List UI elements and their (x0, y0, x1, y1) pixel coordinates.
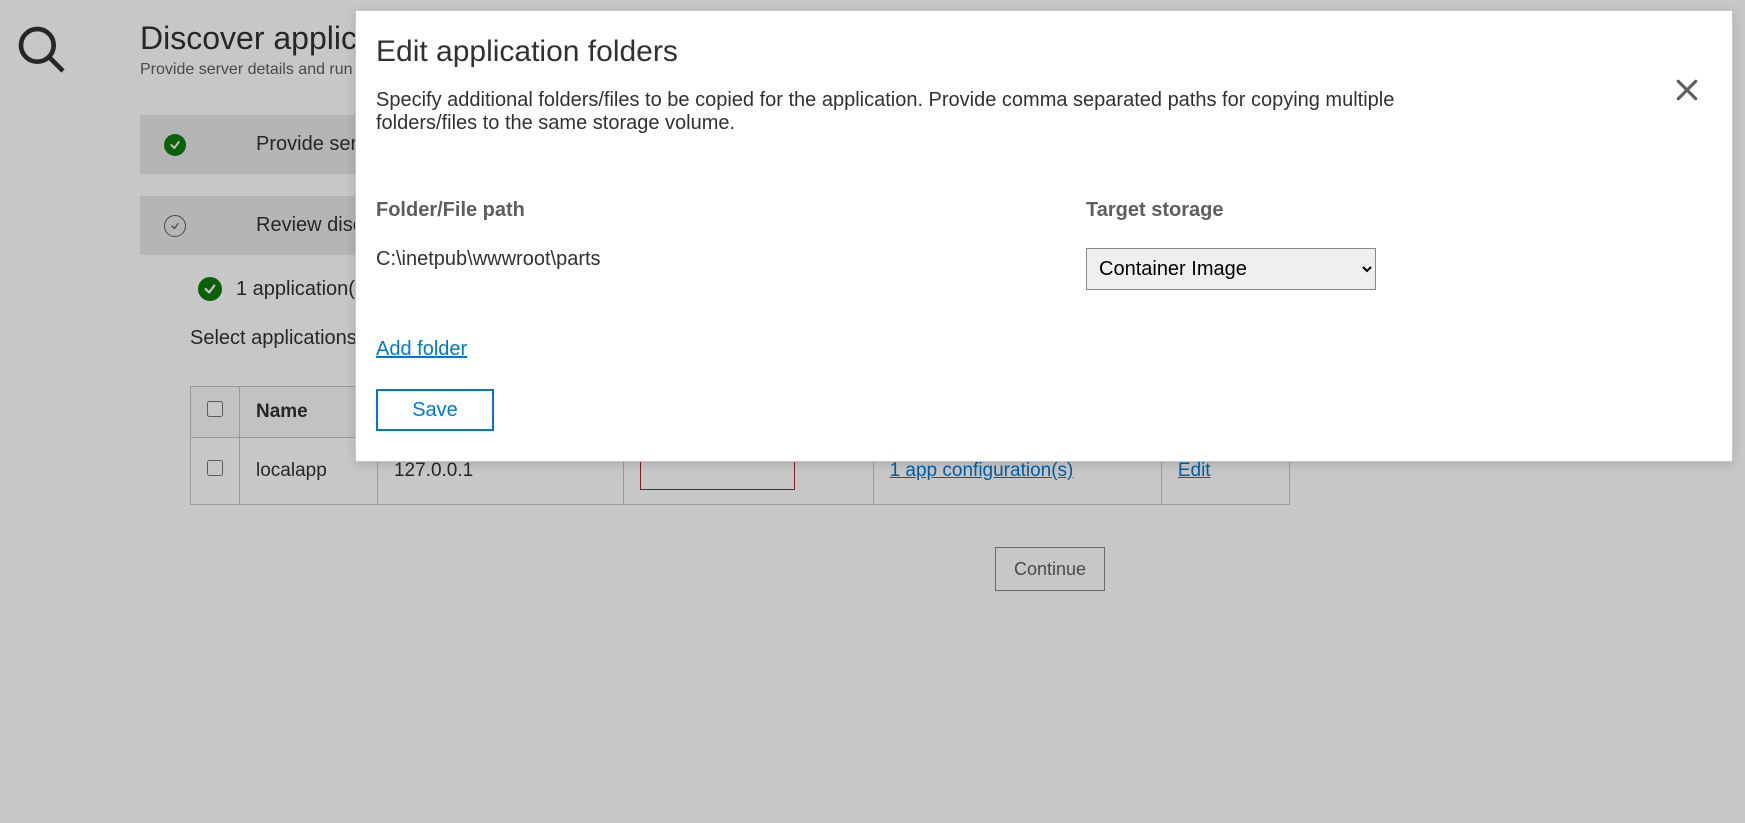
dialog-title: Edit application folders (376, 35, 1704, 69)
save-button[interactable]: Save (376, 389, 494, 431)
folder-path-label: Folder/File path (376, 199, 1056, 222)
target-storage-label: Target storage (1086, 199, 1376, 222)
target-storage-select[interactable]: Container Image (1086, 248, 1376, 290)
modal-overlay: Edit application folders Specify additio… (0, 0, 1745, 823)
add-folder-link[interactable]: Add folder (376, 338, 467, 361)
folder-path-value: C:\inetpub\wwwroot\parts (376, 248, 1056, 271)
edit-application-folders-dialog: Edit application folders Specify additio… (355, 10, 1733, 462)
close-icon[interactable] (1672, 75, 1702, 105)
dialog-description: Specify additional folders/files to be c… (376, 89, 1436, 135)
